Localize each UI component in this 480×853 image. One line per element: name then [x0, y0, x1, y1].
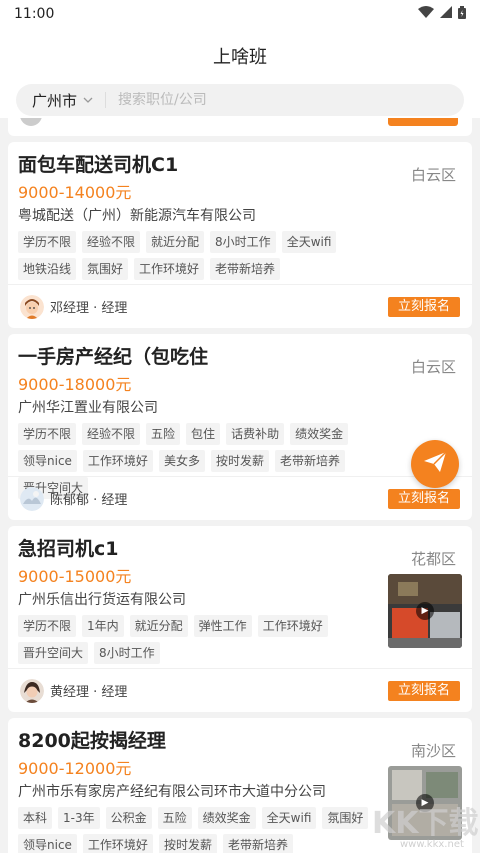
job-tag: 包住 [186, 423, 221, 445]
watermark-text: KK下载 [372, 806, 478, 841]
job-tag: 公积金 [105, 807, 152, 829]
search-input[interactable] [118, 92, 419, 108]
status-time: 11:00 [14, 6, 55, 22]
job-tags: 本科 1-3年 公积金 五险 绩效奖金 全天wifi 氛围好 领导nice 工作… [18, 807, 378, 853]
avatar [20, 678, 44, 703]
watermark-logo: KK下载 www.kkx.net [370, 795, 479, 851]
recruiter-name: 陈郁郁 · 经理 [50, 493, 128, 508]
recruiter-row: 黄经理 · 经理 立刻报名 [8, 668, 472, 712]
job-card[interactable]: 急招司机c1 花都区 9000-15000元 广州乐信出行货运有限公司 学历不限… [8, 526, 472, 712]
job-tags: 学历不限 1年内 就近分配 弹性工作 工作环境好 晋升空间大 8小时工作 [18, 615, 378, 664]
job-title: 8200起按揭经理 [18, 730, 166, 752]
page-title: 上啥班 [213, 47, 267, 68]
status-icons [418, 5, 466, 23]
job-tag: 绩效奖金 [290, 423, 349, 445]
apply-button[interactable]: 立刻报名 [387, 680, 460, 701]
job-list[interactable]: 面包车配送司机C1 白云区 9000-14000元 粤城配送（广州）新能源汽车有… [0, 118, 480, 853]
job-video-thumbnail[interactable]: ▶ [388, 574, 462, 648]
job-district: 花都区 [410, 550, 456, 568]
recruiter-name: 黄经理 · 经理 [50, 685, 128, 700]
job-tag: 领导nice [18, 834, 77, 853]
job-tag: 话费补助 [226, 423, 285, 445]
job-tag: 1-3年 [58, 807, 100, 829]
job-tags: 学历不限 经验不限 就近分配 8小时工作 全天wifi 地铁沿线 氛围好 工作环… [18, 231, 398, 280]
job-tag: 晋升空间大 [18, 642, 89, 664]
city-label: 广州市 [32, 91, 78, 110]
job-tag: 按时发薪 [158, 834, 217, 853]
job-company: 广州华江置业有限公司 [18, 400, 158, 416]
job-tag: 领导nice [18, 450, 77, 472]
job-tag: 学历不限 [18, 423, 77, 445]
search-divider [105, 92, 107, 108]
apply-button-partial[interactable] [388, 118, 458, 126]
apply-button[interactable]: 立刻报名 [387, 488, 460, 509]
search-area: 广州市 [0, 84, 480, 118]
job-company: 粤城配送（广州）新能源汽车有限公司 [18, 208, 256, 224]
job-title: 急招司机c1 [18, 538, 119, 560]
job-tag: 工作环境好 [134, 258, 205, 280]
signal-icon [440, 6, 452, 22]
job-district: 南沙区 [410, 742, 456, 760]
city-selector[interactable]: 广州市 [32, 90, 93, 111]
play-icon: ▶ [416, 602, 434, 620]
job-tag: 五险 [157, 807, 192, 829]
job-tag: 学历不限 [18, 615, 77, 637]
job-tag: 就近分配 [129, 615, 188, 637]
job-tag: 经验不限 [82, 231, 141, 253]
app-header: 上啥班 [0, 28, 480, 84]
job-district: 白云区 [410, 166, 456, 184]
job-tag: 氛围好 [82, 258, 129, 280]
job-tag: 全天wifi [261, 807, 317, 829]
job-tag: 氛围好 [322, 807, 369, 829]
job-district: 白云区 [410, 358, 456, 376]
job-tag: 老带新培养 [210, 258, 281, 280]
recruiter-row: 陈郁郁 · 经理 立刻报名 [8, 476, 472, 520]
job-tag: 本科 [18, 807, 53, 829]
job-salary: 9000-14000元 [18, 183, 132, 202]
job-tag: 工作环境好 [82, 450, 153, 472]
wifi-icon [418, 6, 434, 22]
paper-plane-icon [423, 451, 447, 477]
recruiter-row: 邓经理 · 经理 立刻报名 [8, 284, 472, 328]
send-fab-button[interactable] [411, 440, 459, 488]
job-tag: 五险 [146, 423, 181, 445]
avatar [20, 118, 42, 126]
job-tag: 全天wifi [281, 231, 337, 253]
job-tag: 8小时工作 [94, 642, 160, 664]
job-title: 一手房产经纪（包吃住 [18, 346, 209, 368]
recruiter-name: 邓经理 · 经理 [50, 301, 128, 316]
job-card[interactable]: 面包车配送司机C1 白云区 9000-14000元 粤城配送（广州）新能源汽车有… [8, 142, 472, 328]
job-tag: 就近分配 [146, 231, 205, 253]
job-title: 面包车配送司机C1 [18, 154, 179, 176]
battery-icon [458, 5, 466, 23]
job-card-partial [8, 118, 472, 136]
job-salary: 9000-18000元 [18, 375, 132, 394]
apply-button[interactable]: 立刻报名 [387, 296, 460, 317]
job-tag: 学历不限 [18, 231, 77, 253]
status-bar: 11:00 [0, 0, 480, 28]
job-tag: 1年内 [82, 615, 124, 637]
job-tag: 弹性工作 [193, 615, 252, 637]
job-tag: 8小时工作 [210, 231, 276, 253]
job-tag: 绩效奖金 [197, 807, 256, 829]
job-tag: 老带新培养 [222, 834, 293, 853]
job-tag: 工作环境好 [82, 834, 153, 853]
job-card[interactable]: 一手房产经纪（包吃住 白云区 9000-18000元 广州华江置业有限公司 学历… [8, 334, 472, 520]
watermark-url: www.kkx.net [400, 839, 464, 850]
job-tag: 按时发薪 [210, 450, 269, 472]
chevron-down-icon [83, 95, 93, 106]
job-tag: 老带新培养 [274, 450, 345, 472]
job-tag: 美女多 [158, 450, 205, 472]
avatar [20, 486, 44, 511]
search-bar: 广州市 [16, 84, 464, 116]
job-tag: 地铁沿线 [18, 258, 77, 280]
avatar [20, 294, 44, 319]
job-tag: 经验不限 [82, 423, 141, 445]
job-tag: 工作环境好 [257, 615, 328, 637]
